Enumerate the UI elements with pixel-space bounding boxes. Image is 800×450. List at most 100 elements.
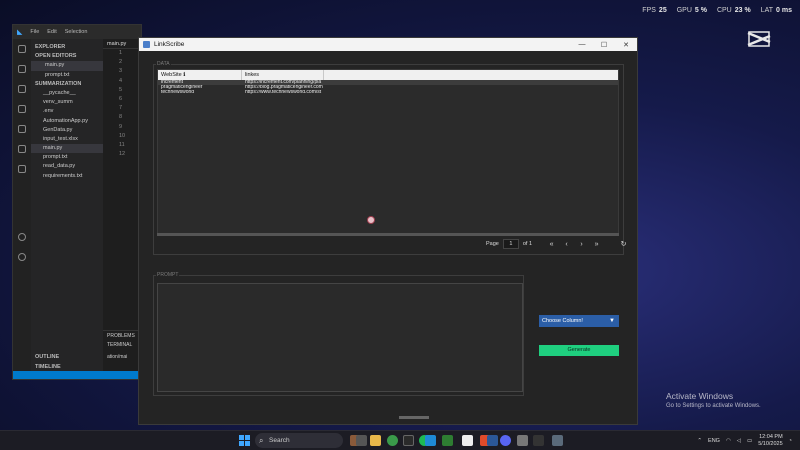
table-horizontal-scrollbar[interactable] [157, 233, 619, 236]
file-item[interactable]: __pycache__ [31, 89, 103, 98]
search-icon[interactable] [18, 65, 26, 73]
column-header-links[interactable]: linkes [242, 70, 324, 80]
file-item[interactable]: main.py [31, 144, 103, 154]
terminal-app-icon[interactable] [403, 435, 414, 446]
file-item[interactable]: venv_summ [31, 98, 103, 107]
menu-edit[interactable]: Edit [47, 29, 56, 35]
page-number-input[interactable]: 1 [502, 239, 519, 249]
windows-start-icon[interactable] [239, 435, 250, 446]
open-editor-item[interactable]: main.py [31, 61, 103, 71]
window-scroll-thumb[interactable] [399, 416, 429, 419]
data-section-label: DATA [156, 61, 171, 67]
tab-problems[interactable]: PROBLEMS [107, 333, 137, 339]
page-total: of 1 [522, 241, 533, 247]
watermark-title: Activate Windows [666, 391, 734, 401]
vscode-titlebar: ◣ File Edit Selection [13, 25, 141, 39]
source-control-icon[interactable] [18, 85, 26, 93]
prev-page-icon[interactable]: ‹ [561, 241, 572, 248]
line-number: 7 [119, 105, 123, 112]
taskbar-search[interactable]: Search [255, 433, 343, 448]
file-explorer-icon[interactable] [370, 435, 381, 446]
docker-icon[interactable] [18, 165, 26, 173]
editor-tab[interactable]: main.py [103, 39, 141, 49]
last-page-icon[interactable]: » [591, 241, 602, 248]
testing-icon[interactable] [18, 145, 26, 153]
accounts-icon[interactable] [18, 233, 26, 241]
table-cell: technewsworld [161, 90, 195, 95]
column-header-website[interactable]: WebSite ℹ [158, 70, 242, 80]
gear-icon[interactable] [18, 253, 26, 261]
open-editors-header[interactable]: OPEN EDITORS [31, 52, 103, 61]
window-title: LinkScribe [154, 41, 185, 48]
table-row[interactable]: technewsworld https://www.technewsworld.… [158, 90, 618, 95]
tr-app-icon[interactable] [533, 435, 544, 446]
linkscribe-window[interactable]: LinkScribe — ☐ ✕ DATA WebSite ℹ linkes i… [138, 37, 638, 425]
line-number: 5 [119, 86, 123, 93]
notion-icon[interactable] [462, 435, 473, 446]
prompt-section-label: PROMPT [156, 272, 180, 278]
menu-file[interactable]: File [30, 29, 39, 35]
prompt-textarea[interactable] [157, 283, 523, 392]
language-indicator[interactable]: ENG [708, 438, 720, 444]
data-table[interactable]: WebSite ℹ linkes increment https://incre… [157, 69, 619, 236]
wifi-icon[interactable]: ◠ [726, 438, 731, 444]
terminal-output[interactable]: ation/mai [107, 354, 137, 360]
menu-selection[interactable]: Selection [65, 29, 88, 35]
open-editor-item[interactable]: prompt.txt [31, 71, 103, 80]
pagination-bar: Page 1 of 1 « ‹ › » ↻ [486, 239, 629, 249]
column-select[interactable]: Choose Column! ▼ [539, 315, 619, 327]
line-number: 2 [119, 59, 123, 66]
vscode-window[interactable]: ◣ File Edit Selection EXPLORER OPEN EDIT… [12, 24, 142, 380]
file-item[interactable]: input_test.xlsx [31, 135, 103, 144]
drive-icon[interactable] [517, 435, 528, 446]
python-app-icon[interactable] [552, 435, 563, 446]
minimize-icon[interactable]: — [571, 41, 593, 49]
maximize-icon[interactable]: ☐ [593, 41, 615, 49]
refresh-icon[interactable]: ↻ [618, 240, 629, 248]
close-icon[interactable]: ✕ [615, 41, 637, 49]
line-number: 10 [119, 132, 126, 139]
sheets-icon[interactable] [442, 435, 453, 446]
file-item[interactable]: .env [31, 107, 103, 116]
volume-icon[interactable]: ◁ [737, 438, 741, 444]
battery-icon[interactable]: ▭ [747, 438, 752, 444]
clock-time: 12:04 PM [759, 434, 783, 440]
page-label: Page [486, 241, 499, 247]
vscode-taskbar-icon[interactable] [425, 435, 436, 446]
line-number: 1 [119, 50, 123, 56]
file-item[interactable]: GenData.py [31, 126, 103, 135]
gpu-stat: GPU 5 % [676, 7, 707, 14]
app-logo-icon [143, 41, 150, 48]
explorer-icon[interactable] [18, 45, 26, 53]
file-item[interactable]: AutomationApp.py [31, 117, 103, 126]
folder-header[interactable]: SUMMARIZATION [31, 80, 103, 89]
chrome-icon[interactable] [387, 435, 398, 446]
taskbar: Search ⌃ ENG ◠ ◁ ▭ 12:04 PM 5/10/2025 ◔ [0, 430, 800, 450]
word-icon[interactable] [487, 435, 498, 446]
editor-area[interactable]: main.py 1 2 3 4 5 6 7 8 9 10 11 12 [103, 39, 141, 379]
run-debug-icon[interactable] [18, 105, 26, 113]
first-page-icon[interactable]: « [546, 241, 557, 248]
line-number: 12 [119, 151, 126, 158]
discord-icon[interactable] [500, 435, 511, 446]
chevron-down-icon: ▼ [609, 318, 615, 324]
taskbar-clock[interactable]: 12:04 PM 5/10/2025 [758, 434, 782, 448]
file-item[interactable]: requirements.txt [31, 172, 103, 181]
chevron-up-icon[interactable]: ⌃ [697, 438, 702, 444]
watermark-subtitle: Go to Settings to activate Windows. [666, 403, 761, 409]
line-number: 4 [119, 77, 123, 84]
file-item[interactable]: read_data.py [31, 162, 103, 171]
bottom-panel: PROBLEMS TERMINAL ation/mai [103, 330, 141, 375]
vscode-status-bar [13, 371, 141, 379]
clock-date: 5/10/2025 [758, 441, 783, 447]
outline-header[interactable]: OUTLINE [31, 353, 103, 362]
next-page-icon[interactable]: › [576, 241, 587, 248]
extensions-icon[interactable] [18, 125, 26, 133]
tab-terminal[interactable]: TERMINAL [107, 342, 137, 348]
task-view-icon[interactable] [356, 435, 367, 446]
activity-bar [13, 39, 31, 379]
generate-button[interactable]: Generate [539, 345, 619, 356]
column-select-value: Choose Column! [542, 318, 583, 324]
notification-bell-icon[interactable]: ◔ [789, 438, 792, 444]
file-item[interactable]: prompt.txt [31, 153, 103, 162]
